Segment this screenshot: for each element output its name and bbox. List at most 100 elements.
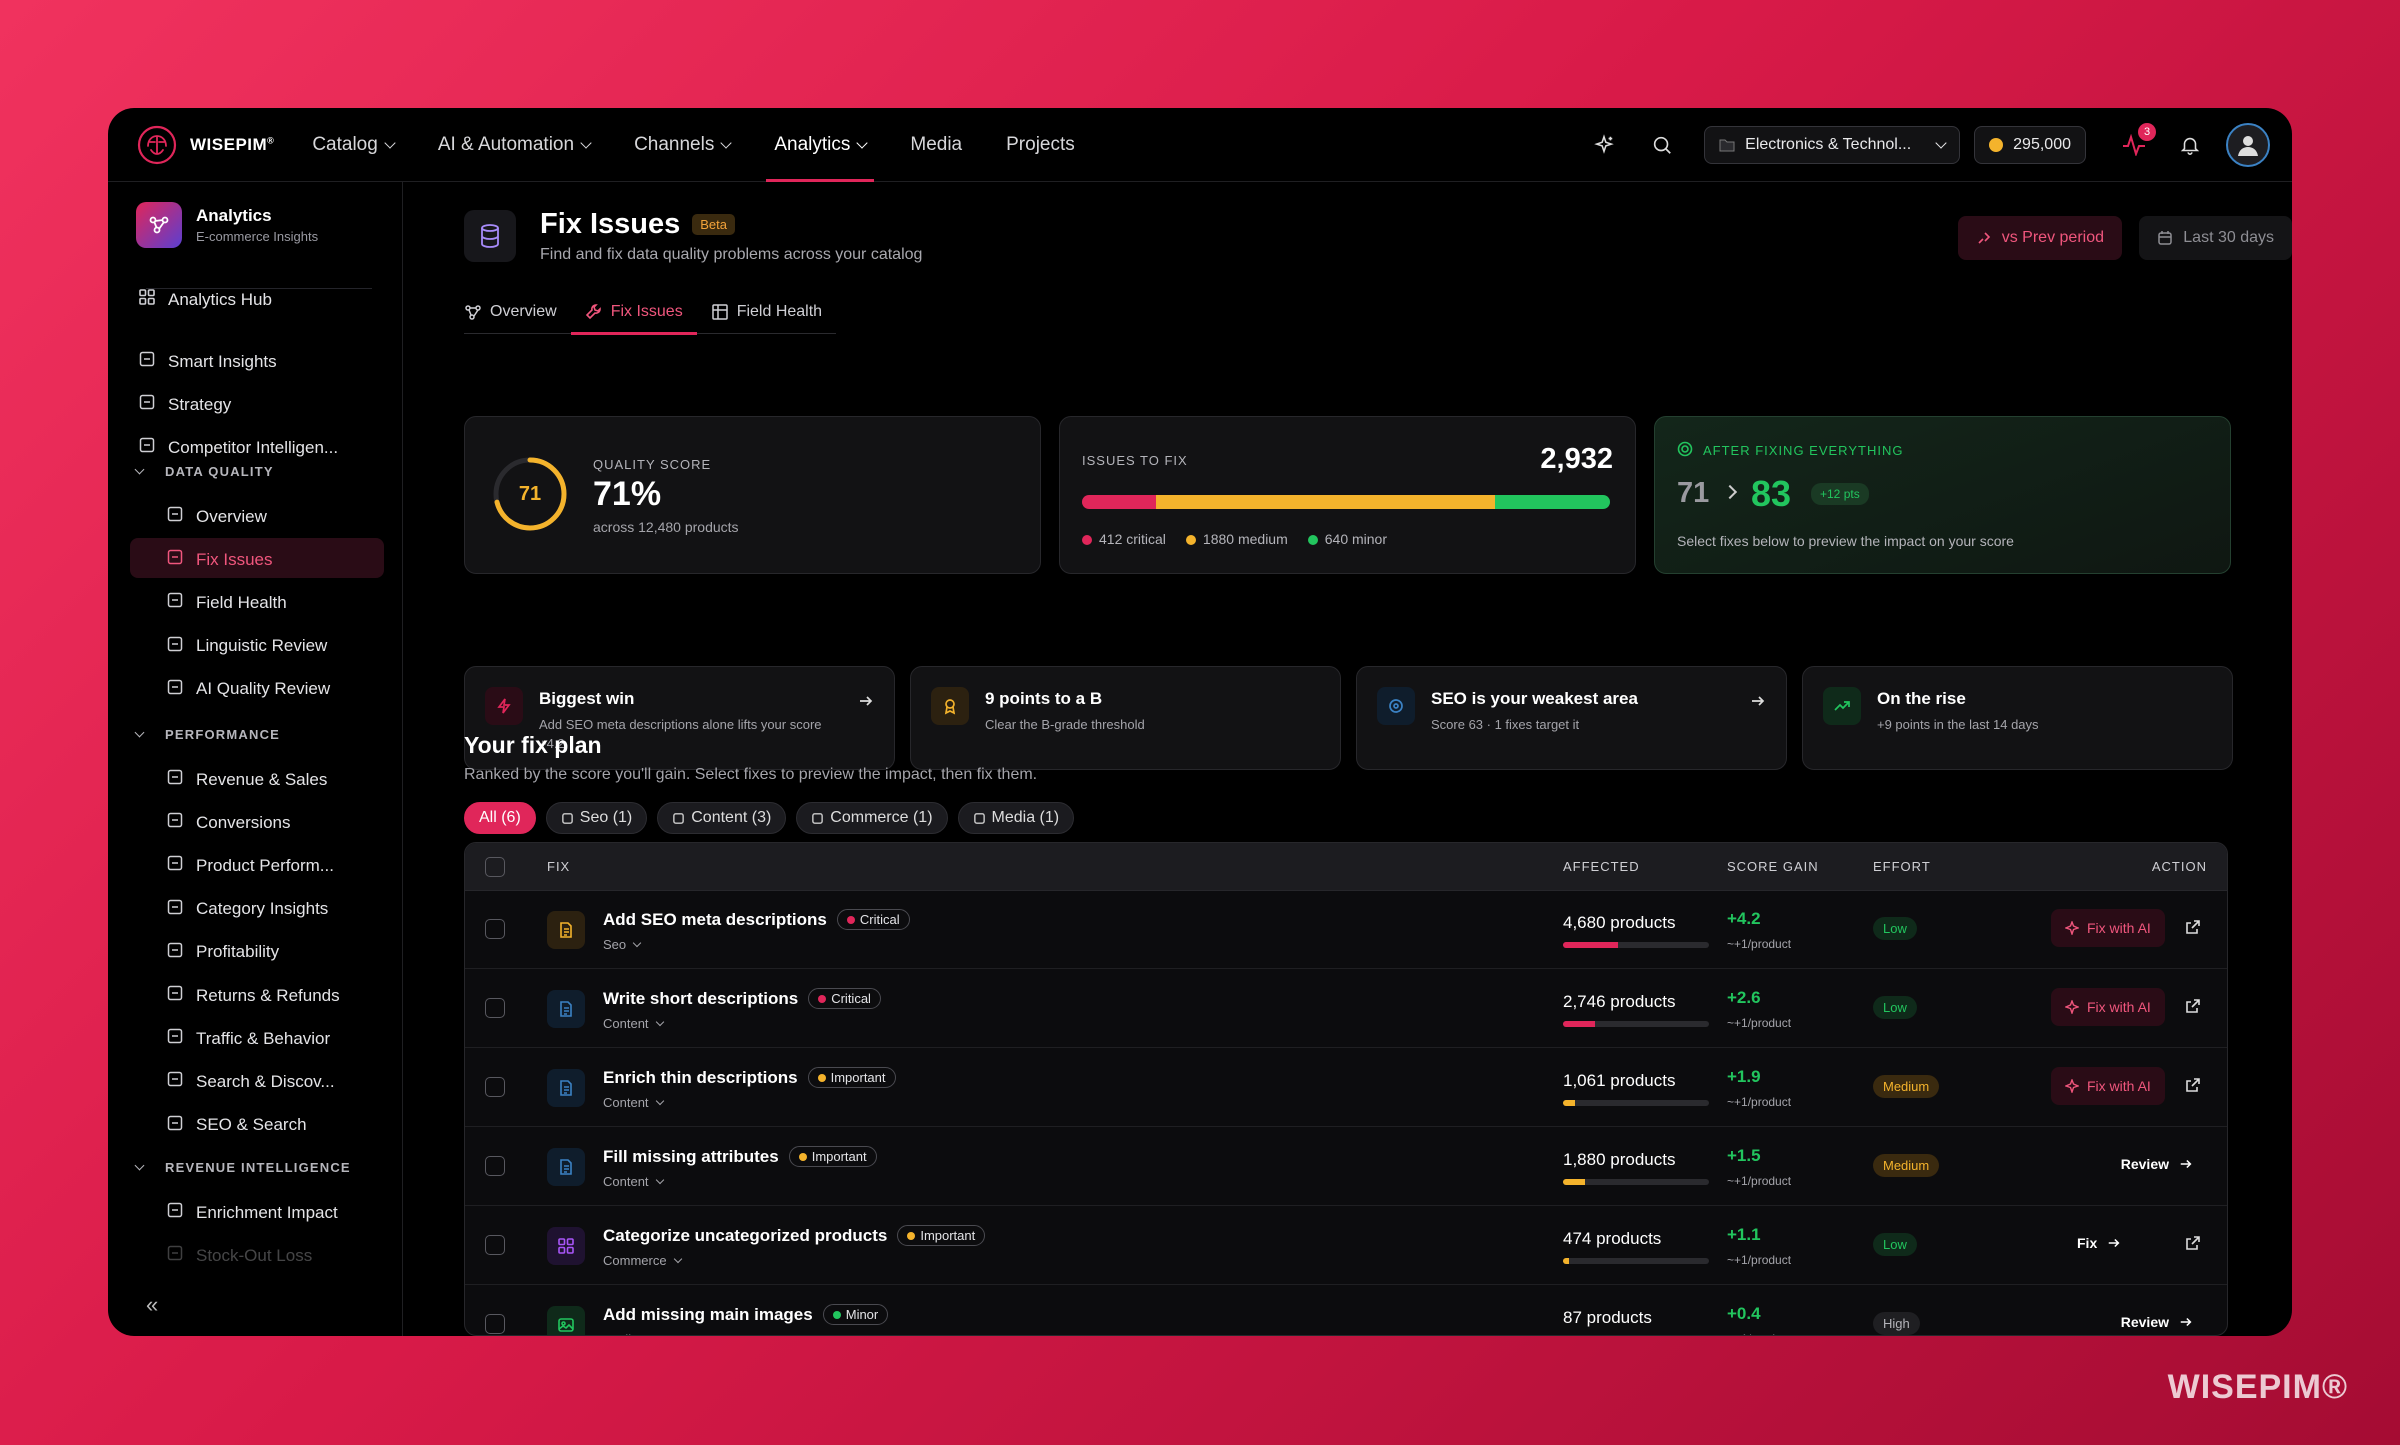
category-dropdown[interactable]: Commerce xyxy=(603,1253,682,1268)
filter-chip-all-6[interactable]: All (6) xyxy=(464,802,536,834)
after-from: 71 xyxy=(1677,477,1710,509)
sidebar-item-category-insights[interactable]: Category Insights xyxy=(166,898,328,921)
category-dropdown[interactable]: Content xyxy=(603,1095,664,1110)
fix-with-ai-button[interactable]: Fix with AI xyxy=(2051,1067,2165,1105)
filter-chip-media-1[interactable]: Media (1) xyxy=(957,802,1075,834)
insight-desc: Clear the B-grade threshold xyxy=(985,717,1145,732)
search-icon[interactable] xyxy=(1642,125,1682,165)
sidebar-item-linguistic-review[interactable]: Linguistic Review xyxy=(166,635,327,658)
date-range-button[interactable]: Last 30 days xyxy=(2139,216,2292,260)
category-dropdown[interactable]: Content xyxy=(603,1016,664,1031)
effort-badge: Medium xyxy=(1873,1154,1940,1177)
row-checkbox[interactable] xyxy=(485,998,505,1018)
main-nav: Catalog AI & Automation Channels Analytics M… xyxy=(290,108,1096,182)
sidebar-section-data-quality[interactable]: DATA QUALITY xyxy=(134,464,274,479)
avatar[interactable] xyxy=(2226,123,2270,167)
affected-bar xyxy=(1563,1021,1709,1027)
document-icon xyxy=(547,990,585,1028)
table-icon xyxy=(711,304,728,320)
affected-count: 2,746 products xyxy=(1563,992,1676,1011)
nav-projects[interactable]: Projects xyxy=(984,108,1097,182)
filter-chip-seo-1[interactable]: Seo (1) xyxy=(545,802,648,834)
nav-catalog[interactable]: Catalog xyxy=(290,108,416,182)
sidebar-item-smart-insights[interactable]: Smart Insights xyxy=(138,350,277,373)
score-gain: +1.9 xyxy=(1727,1067,1761,1086)
sidebar-item-returns-refunds[interactable]: Returns & Refunds xyxy=(166,984,340,1007)
sidebar-item-profitability[interactable]: Profitability xyxy=(166,941,279,964)
activity-icon[interactable]: 3 xyxy=(2114,123,2156,165)
table-row[interactable]: Add SEO meta descriptions Critical Seo 4,68… xyxy=(465,891,2227,969)
nav-analytics[interactable]: Analytics xyxy=(752,108,888,182)
collapse-sidebar-icon[interactable]: « xyxy=(146,1292,158,1318)
critical-segment xyxy=(1082,495,1157,509)
select-all-checkbox[interactable] xyxy=(485,857,505,877)
table-row[interactable]: Add missing main imagesMinor Media 87 prod… xyxy=(465,1286,2227,1335)
sidebar-item-fix-issues[interactable]: Fix Issues xyxy=(166,548,273,571)
category-dropdown[interactable]: Content xyxy=(603,1174,664,1189)
row-checkbox[interactable] xyxy=(485,1077,505,1097)
sidebar-item-field-health[interactable]: Field Health xyxy=(166,591,287,614)
sidebar-item-conversions[interactable]: Conversions xyxy=(166,811,291,834)
review-button[interactable]: Review xyxy=(2121,1156,2193,1172)
sidebar-item-strategy[interactable]: Strategy xyxy=(138,393,231,416)
sidebar-item-ai-quality-review[interactable]: AI Quality Review xyxy=(166,678,330,701)
table-row[interactable]: Enrich thin descriptions Important Content… xyxy=(465,1049,2227,1127)
nav-item-icon xyxy=(166,548,184,571)
nav-label: AI & Automation xyxy=(437,133,575,155)
fix-with-ai-button[interactable]: Fix with AI xyxy=(2051,988,2165,1026)
fix-name: Fill missing attributes Important xyxy=(603,1146,877,1167)
tab-field-health[interactable]: Field Health xyxy=(697,290,836,334)
sparkle-icon[interactable] xyxy=(1584,125,1624,165)
nav-ai-automation[interactable]: AI & Automation xyxy=(416,108,612,182)
external-link-icon[interactable] xyxy=(2185,998,2201,1014)
category-dropdown[interactable]: Media xyxy=(603,1332,654,1335)
fix-plan-subtitle: Ranked by the score you'll gain. Select … xyxy=(464,766,1038,783)
insight-desc: Score 63 · 1 fixes target it xyxy=(1431,717,1580,732)
fix-name: Categorize uncategorized products Importa… xyxy=(603,1225,986,1246)
sidebar-item-search-discov[interactable]: Search & Discov... xyxy=(166,1070,335,1093)
fix-button[interactable]: Fix xyxy=(2077,1235,2121,1251)
external-link-icon[interactable] xyxy=(2185,1077,2201,1093)
sidebar-item-competitor-intelligen[interactable]: Competitor Intelligen... xyxy=(138,436,338,459)
table-row[interactable]: Categorize uncategorized products Importa… xyxy=(465,1207,2227,1285)
arrow-right-icon xyxy=(860,696,873,706)
fix-plan-title: Your fix plan xyxy=(464,732,602,758)
review-button[interactable]: Review xyxy=(2121,1314,2193,1330)
external-link-icon[interactable] xyxy=(2185,919,2201,935)
sidebar-item-revenue-sales[interactable]: Revenue & Sales xyxy=(166,768,327,791)
sidebar-section-performance[interactable]: PERFORMANCE xyxy=(134,727,280,742)
row-checkbox[interactable] xyxy=(485,1156,505,1176)
nav-media[interactable]: Media xyxy=(888,108,984,182)
nav-label: Catalog xyxy=(312,133,378,155)
filter-chip-commerce-1[interactable]: Commerce (1) xyxy=(796,802,948,834)
row-checkbox[interactable] xyxy=(485,1235,505,1255)
table-row[interactable]: Write short descriptions Critical Content 2… xyxy=(465,970,2227,1048)
row-checkbox[interactable] xyxy=(485,919,505,939)
nav-channels[interactable]: Channels xyxy=(612,108,752,182)
filter-chip-content-3[interactable]: Content (3) xyxy=(657,802,787,834)
tab-fix-issues[interactable]: Fix Issues xyxy=(570,290,697,335)
sidebar-item-seo-search[interactable]: SEO & Search xyxy=(166,1114,307,1137)
sidebar-section-revenue-intelligence[interactable]: REVENUE INTELLIGENCE xyxy=(134,1160,351,1175)
tab-overview[interactable]: Overview xyxy=(464,290,571,334)
insight-card-seo-is-your-weakest-area[interactable]: SEO is your weakest area Score 63 · 1 fix… xyxy=(1356,666,1787,770)
sidebar-header[interactable]: Analytics E-commerce Insights xyxy=(136,202,402,248)
fix-with-ai-button[interactable]: Fix with AI xyxy=(2051,909,2165,947)
brand[interactable]: WISEPIM® xyxy=(136,124,274,166)
sidebar-item-product-perform[interactable]: Product Perform... xyxy=(166,854,334,877)
row-checkbox[interactable] xyxy=(485,1314,505,1334)
category-dropdown[interactable]: Seo xyxy=(603,937,642,952)
doc-icon xyxy=(673,812,685,824)
sidebar-item-stock-out-loss[interactable]: Stock-Out Loss xyxy=(166,1244,312,1267)
sidebar-item-enrichment-impact[interactable]: Enrichment Impact xyxy=(166,1201,338,1224)
sidebar-item-overview[interactable]: Overview xyxy=(166,505,267,528)
sidebar-item-analytics-hub[interactable]: Analytics Hub xyxy=(138,288,272,311)
external-link-icon[interactable] xyxy=(2185,1235,2201,1251)
wrench-icon xyxy=(585,304,601,320)
table-row[interactable]: Fill missing attributes Important Content 1… xyxy=(465,1128,2227,1206)
bell-icon[interactable] xyxy=(2170,125,2210,165)
compare-period-button[interactable]: vs Prev period xyxy=(1957,216,2122,260)
sidebar-item-traffic-behavior[interactable]: Traffic & Behavior xyxy=(166,1027,330,1050)
workspace-select[interactable]: Electronics & Technol... xyxy=(1704,126,1961,164)
credits-badge[interactable]: 295,000 xyxy=(1974,126,2086,164)
